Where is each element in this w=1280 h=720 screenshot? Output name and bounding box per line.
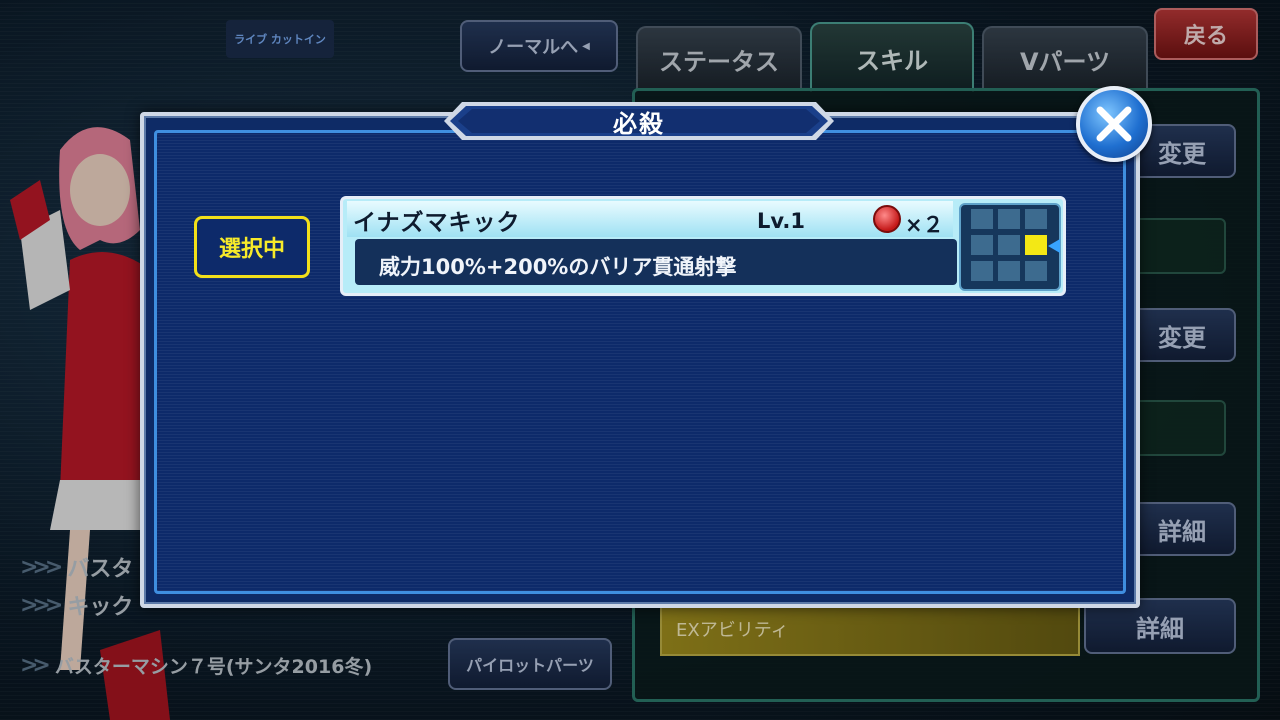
range-grid [959,203,1061,291]
skill-description: 威力100%+200%のバリア貫通射撃 [379,255,737,279]
skill-level: Lv.1 [757,209,805,233]
dialog-title: 必殺 [613,109,665,138]
range-grid-cell [1025,235,1047,255]
range-grid-cell [998,235,1020,255]
special-move-dialog [140,112,1140,608]
selected-badge-label: 選択中 [218,237,285,262]
range-grid-cell [998,261,1020,281]
close-icon [1096,106,1132,142]
close-button[interactable] [1076,86,1152,162]
range-grid-cell [1025,261,1047,281]
skill-name: イナズマキック [353,210,521,236]
skill-card[interactable]: イナズマキック Lv.1 ×２ 威力100%+200%のバリア貫通射撃 [340,196,1066,296]
range-grid-cell [971,235,993,255]
cost-gem-icon [873,205,901,233]
range-grid-cell [1025,209,1047,229]
selected-badge: 選択中 [194,216,310,278]
range-grid-cell [971,209,993,229]
skill-cost: ×２ [905,213,944,237]
range-grid-cell [971,261,993,281]
pointer-icon [1048,239,1060,253]
range-grid-cell [998,209,1020,229]
